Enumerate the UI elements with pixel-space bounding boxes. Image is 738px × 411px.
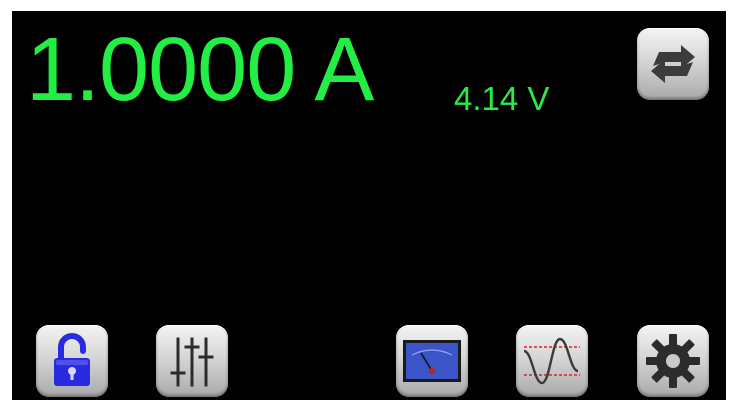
- lock-button[interactable]: [36, 325, 108, 397]
- swap-button[interactable]: [637, 28, 709, 100]
- unlocked-padlock-icon: [54, 333, 90, 386]
- gear-icon: [646, 334, 700, 388]
- instrument-screen: 1.0000 A 4.14 V: [12, 11, 726, 400]
- settings-button[interactable]: [637, 325, 709, 397]
- sliders-button[interactable]: [156, 325, 228, 397]
- sine-wave-icon: [523, 337, 580, 385]
- meter-button[interactable]: [396, 325, 468, 397]
- voltage-readout: 4.14 V: [454, 80, 550, 117]
- sliders-icon: [170, 337, 214, 387]
- swap-arrows-icon: [651, 45, 695, 83]
- waveform-button[interactable]: [516, 325, 588, 397]
- current-readout: 1.0000 A: [26, 20, 374, 120]
- analog-meter-icon: [403, 340, 461, 382]
